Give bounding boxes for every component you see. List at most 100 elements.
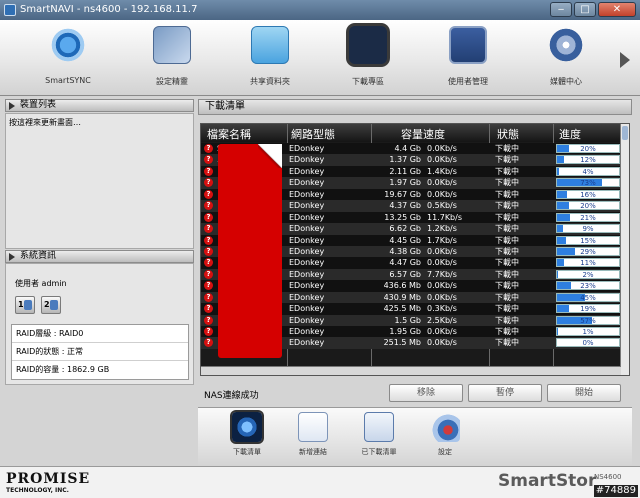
stop-icon[interactable]: ?: [204, 224, 213, 234]
cell-speed: 0.0Kb/s: [427, 246, 457, 256]
progress-label: 15%: [580, 236, 596, 245]
toolbar-next-arrow-icon[interactable]: [620, 52, 630, 68]
cell-size: 430.9 Mb: [383, 292, 421, 302]
cell-size: 436.6 Mb: [383, 281, 421, 291]
start-button[interactable]: 開始: [547, 384, 621, 402]
stop-icon[interactable]: ?: [204, 315, 213, 325]
device-list-header[interactable]: 裝置列表: [5, 99, 194, 112]
progress-bar: 12%: [556, 155, 620, 165]
cell-size: 6.57 Gb: [389, 269, 421, 279]
window-title-bar: SmartNAVI - ns4600 - 192.168.11.7 ‒ □ ✕: [0, 0, 640, 20]
cell-status: 下載中: [495, 224, 519, 234]
progress-label: 29%: [580, 247, 596, 256]
remove-button[interactable]: 移除: [389, 384, 463, 402]
download-toolbar: 下載清單 新增連結 已下載清單 設定: [198, 407, 632, 465]
system-info-header[interactable]: 系統資訊: [5, 250, 194, 263]
redacted-filenames: [218, 144, 282, 358]
stop-icon[interactable]: ?: [204, 155, 213, 165]
table-header: 檔案名稱 網路型態 容量速度 狀態 進度: [201, 124, 629, 142]
column-size-speed[interactable]: 容量速度: [401, 126, 445, 142]
toolbar-label: 媒體中心: [550, 77, 582, 86]
progress-label: 9%: [582, 225, 594, 234]
toolbar-smartsync[interactable]: SmartSYNC: [32, 24, 104, 92]
minimize-button[interactable]: ‒: [550, 2, 572, 17]
disk-1-icon[interactable]: 1: [15, 296, 35, 314]
toolbar-user-management[interactable]: 使用者管理: [432, 24, 504, 92]
progress-label: 57%: [580, 316, 596, 325]
stop-icon[interactable]: ?: [204, 269, 213, 279]
stop-icon[interactable]: ?: [204, 327, 213, 336]
column-network-type[interactable]: 網路型態: [291, 126, 335, 142]
cell-speed: 0.0Kb/s: [427, 144, 457, 153]
column-filename[interactable]: 檔案名稱: [207, 126, 251, 142]
downloaded-list-tab[interactable]: 已下載清單: [346, 412, 412, 457]
toolbar-media-center[interactable]: 媒體中心: [530, 24, 602, 92]
disk-2-icon[interactable]: 2: [41, 296, 61, 314]
toolbar-download[interactable]: 下載專區: [332, 24, 404, 92]
stop-icon[interactable]: ?: [204, 246, 213, 256]
footer: PROMISE TECHNOLOGY, INC. SmartStor NS460…: [0, 466, 640, 498]
settings-tab[interactable]: 設定: [412, 412, 478, 457]
stop-icon[interactable]: ?: [204, 201, 213, 211]
cell-status: 下載中: [495, 292, 519, 302]
cell-speed: 0.0Kb/s: [427, 189, 457, 199]
vertical-scrollbar[interactable]: [620, 124, 629, 375]
system-info-panel: 使用者 admin 1 2 RAID層級 : RAID0 RAID的狀態 : 正…: [5, 263, 194, 385]
stop-icon[interactable]: ?: [204, 304, 213, 314]
progress-label: 45%: [580, 293, 596, 302]
cell-status: 下載中: [495, 338, 519, 348]
cell-speed: 1.7Kb/s: [427, 235, 457, 245]
collapse-arrow-icon: [9, 253, 15, 261]
cell-size: 6.62 Gb: [389, 224, 421, 234]
stop-icon[interactable]: ?: [204, 258, 213, 268]
cell-speed: 0.0Kb/s: [427, 292, 457, 302]
toolbar-label: 下載專區: [352, 77, 384, 86]
tab-label: 新增連結: [299, 448, 327, 456]
close-button[interactable]: ✕: [598, 2, 636, 17]
stop-icon[interactable]: ?: [204, 292, 213, 302]
toolbar-shared-folder[interactable]: 共享資料夾: [234, 24, 306, 92]
cell-status: 下載中: [495, 155, 519, 165]
progress-label: 11%: [580, 259, 596, 268]
cell-size: 1.97 Gb: [389, 178, 421, 188]
cell-status: 下載中: [495, 235, 519, 245]
settings-wizard-icon: [153, 26, 191, 64]
device-list-refresh-link[interactable]: 按這裡來更新畫面…: [9, 117, 190, 128]
stop-icon[interactable]: ?: [204, 189, 213, 199]
cell-size: 4.38 Gb: [389, 246, 421, 256]
promise-logo: PROMISE: [6, 471, 91, 487]
pause-button[interactable]: 暫停: [468, 384, 542, 402]
progress-bar: 4%: [556, 166, 620, 176]
cell-status: 下載中: [495, 281, 519, 291]
cell-size: 4.37 Gb: [389, 201, 421, 211]
raid-capacity: RAID的容量 : 1862.9 GB: [16, 365, 110, 374]
cell-size: 19.67 Gb: [384, 189, 421, 199]
progress-label: 4%: [582, 167, 594, 176]
cell-size: 425.5 Mb: [383, 304, 421, 314]
shared-folder-icon: [251, 26, 289, 64]
download-list-tab[interactable]: 下載清單: [214, 412, 280, 457]
add-link-tab[interactable]: 新增連結: [280, 412, 346, 457]
stop-icon[interactable]: ?: [204, 212, 213, 222]
stop-icon[interactable]: ?: [204, 281, 213, 291]
progress-label: 2%: [582, 270, 594, 279]
column-progress[interactable]: 進度: [559, 126, 581, 142]
toolbar-setup-wizard[interactable]: 設定精靈: [136, 24, 208, 92]
scroll-thumb[interactable]: [622, 126, 628, 140]
cell-speed: 0.3Kb/s: [427, 304, 457, 314]
progress-bar: 29%: [556, 246, 620, 256]
progress-bar: 20%: [556, 201, 620, 211]
stop-icon[interactable]: ?: [204, 178, 213, 188]
stop-icon[interactable]: ?: [204, 144, 213, 153]
cell-speed: 0.0Kb/s: [427, 338, 457, 348]
cell-speed: 1.4Kb/s: [427, 166, 457, 176]
cell-size: 1.95 Gb: [389, 327, 421, 336]
column-status[interactable]: 狀態: [497, 126, 519, 142]
stop-icon[interactable]: ?: [204, 338, 213, 348]
progress-label: 20%: [580, 202, 596, 211]
maximize-button[interactable]: □: [574, 2, 596, 17]
tab-label: 已下載清單: [361, 448, 397, 456]
stop-icon[interactable]: ?: [204, 166, 213, 176]
horizontal-scrollbar[interactable]: [201, 366, 621, 375]
stop-icon[interactable]: ?: [204, 235, 213, 245]
